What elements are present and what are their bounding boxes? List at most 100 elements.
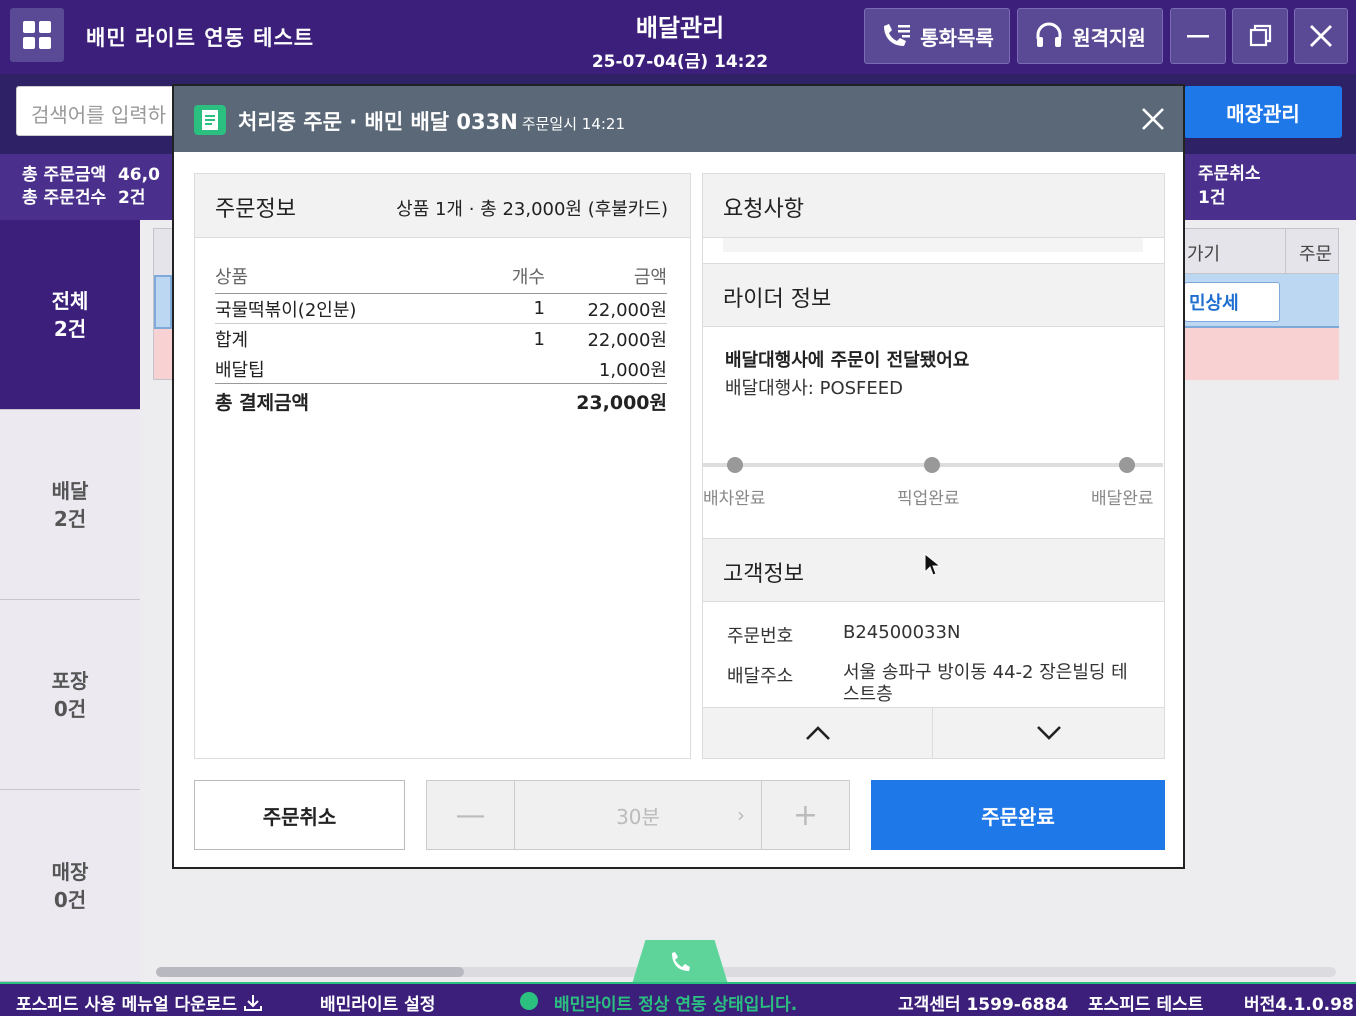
table-header-partial: 가기	[1187, 244, 1221, 265]
order-info-meta: 상품 1개 · 총 23,000원 (후불카드)	[396, 199, 668, 220]
total-value: 23,000원	[576, 391, 667, 414]
cancel-order-button[interactable]: 주문취소	[194, 780, 405, 850]
customer-title: 고객정보	[723, 562, 804, 587]
cancel-summary: 주문취소 1건	[1198, 162, 1261, 210]
decrease-time-button[interactable]: —	[427, 781, 515, 849]
address-value: 서울 송파구 방이동 44-2 장은빌딩 테스트층	[843, 662, 1128, 704]
rider-header: 라이더 정보	[703, 263, 1164, 327]
address-label: 배달주소	[727, 666, 794, 687]
download-icon	[244, 995, 262, 1011]
item-amount: 22,000원	[587, 330, 667, 351]
sidebar-item-all[interactable]: 전체 2건	[0, 220, 140, 410]
scrollbar-thumb[interactable]	[156, 967, 464, 977]
stage-dot	[727, 457, 743, 473]
order-detail-modal: 처리중 주문 · 배민 배달 033N 주문일시 14:21 주문정보 상품 1개…	[172, 84, 1185, 869]
restore-button[interactable]	[1232, 8, 1288, 64]
phone-icon	[672, 952, 690, 971]
sidebar-item-takeout[interactable]: 포장 0건	[0, 600, 140, 790]
cook-time-value[interactable]: 30분 ›	[515, 781, 761, 849]
item-name: 합계	[215, 330, 249, 351]
phone-tab-button[interactable]	[632, 940, 728, 984]
cook-time-text: 30분	[616, 804, 660, 829]
sidebar-item-label: 포장	[51, 668, 89, 693]
rider-status: 배달대행사에 주문이 전달됐어요	[725, 350, 970, 371]
close-icon	[1142, 108, 1164, 130]
total-amount-label: 총 주문금액	[22, 165, 107, 185]
table-header: 상품 개수 금액	[215, 258, 667, 294]
title-bar: 배민 라이트 연동 테스트 배달관리 25-07-04(금) 14:22 통화목…	[0, 0, 1356, 74]
rider-title: 라이더 정보	[723, 287, 832, 312]
header-item: 상품	[215, 266, 249, 288]
horizontal-scrollbar[interactable]	[156, 967, 1336, 977]
baemin-setting-link[interactable]: 배민라이트 설정	[320, 990, 435, 1015]
total-row: 총 결제금액 23,000원	[215, 384, 667, 418]
close-icon	[1310, 25, 1332, 47]
page-title-text: 배달관리	[635, 14, 725, 42]
page-title: 배달관리 25-07-04(금) 14:22	[560, 8, 800, 72]
cancel-summary-value: 1건	[1198, 188, 1226, 208]
datetime: 25-07-04(금) 14:22	[591, 52, 769, 72]
request-header: 요청사항	[703, 174, 1164, 238]
receipt-icon	[194, 105, 226, 135]
order-no-label: 주문번호	[727, 626, 794, 647]
app-menu-grid-icon[interactable]	[10, 8, 64, 62]
store-manage-button[interactable]: 매장관리	[1184, 86, 1342, 138]
item-qty: 1	[533, 328, 545, 350]
sidebar-item-label: 매장	[51, 859, 89, 884]
order-detail-button[interactable]: 민상세	[1184, 282, 1280, 322]
sidebar-item-count: 0건	[53, 696, 87, 721]
table-row[interactable]	[1184, 328, 1339, 380]
sidebar-item-dine-in[interactable]: 매장 0건	[0, 790, 140, 982]
call-log-label: 통화목록	[920, 25, 994, 50]
scroll-down-button[interactable]	[932, 707, 1165, 759]
chevron-down-icon	[1036, 726, 1061, 740]
detail-right-panel: 요청사항 라이더 정보 배달대행사에 주문이 전달됐어요 배달대행사: POSF…	[702, 173, 1165, 759]
search-input[interactable]: 검색어를 입력하	[16, 86, 186, 136]
sidebar-item-count: 2건	[53, 506, 87, 531]
item-amount: 1,000원	[598, 359, 667, 381]
cook-time-stepper: — 30분 › +	[426, 780, 850, 850]
modal-title: 처리중 주문 · 배민 배달 033N 주문일시 14:21	[238, 106, 625, 136]
table-row: 배달팁 1,000원	[215, 354, 667, 384]
item-name: 국물떡볶이(2인분)	[215, 299, 357, 321]
phone-list-icon	[884, 24, 911, 46]
store-name: 포스피드 테스트	[1088, 995, 1204, 1015]
manual-download-label: 포스피드 사용 메뉴얼 다운로드	[16, 995, 238, 1015]
stage-label: 픽업완료	[897, 489, 960, 509]
stage-dot	[1119, 457, 1135, 473]
close-window-button[interactable]	[1294, 8, 1348, 64]
minimize-button[interactable]	[1170, 8, 1226, 64]
sidebar-item-delivery[interactable]: 배달 2건	[0, 410, 140, 600]
total-label: 총 결제금액	[215, 391, 310, 414]
header-amount: 금액	[633, 266, 667, 288]
restore-icon	[1249, 24, 1272, 47]
complete-order-button[interactable]: 주문완료	[871, 780, 1165, 850]
stage-label: 배달완료	[1091, 489, 1154, 509]
chevron-right-icon: ›	[737, 803, 745, 827]
order-info-panel: 주문정보 상품 1개 · 총 23,000원 (후불카드) 상품 개수 금액 국…	[194, 173, 691, 759]
version: 버전4.1.0.98	[1244, 995, 1354, 1015]
request-content-clipped	[723, 238, 1143, 252]
mouse-cursor-icon	[924, 553, 942, 576]
scroll-up-button[interactable]	[702, 707, 933, 759]
header-qty: 개수	[511, 266, 545, 288]
call-log-button[interactable]: 통화목록	[864, 8, 1010, 64]
request-title: 요청사항	[723, 197, 804, 222]
order-table-header: 가기 주문	[1184, 228, 1339, 274]
item-name: 배달팁	[215, 359, 265, 381]
chevron-up-icon	[805, 726, 830, 740]
order-info-header: 주문정보 상품 1개 · 총 23,000원 (후불카드)	[195, 174, 690, 238]
status-indicator-icon	[520, 992, 538, 1010]
manual-download-link[interactable]: 포스피드 사용 메뉴얼 다운로드	[16, 990, 263, 1015]
total-count-label: 총 주문건수	[22, 188, 107, 208]
sidebar-item-count: 0건	[53, 887, 87, 912]
total-amount-value: 46,0	[117, 165, 160, 185]
stage-label: 배차완료	[703, 489, 766, 509]
order-summary: 총 주문금액 46,0 총 주문건수 2건	[22, 164, 160, 210]
modal-close-button[interactable]	[1138, 104, 1168, 134]
order-items-table: 상품 개수 금액 국물떡볶이(2인분) 1 22,000원 합계 1 22,00…	[215, 258, 667, 418]
increase-time-button[interactable]: +	[761, 781, 849, 849]
item-qty: 1	[533, 298, 545, 319]
customer-center: 고객센터 1599-6884	[898, 995, 1069, 1015]
remote-support-button[interactable]: 원격지원	[1017, 8, 1163, 64]
